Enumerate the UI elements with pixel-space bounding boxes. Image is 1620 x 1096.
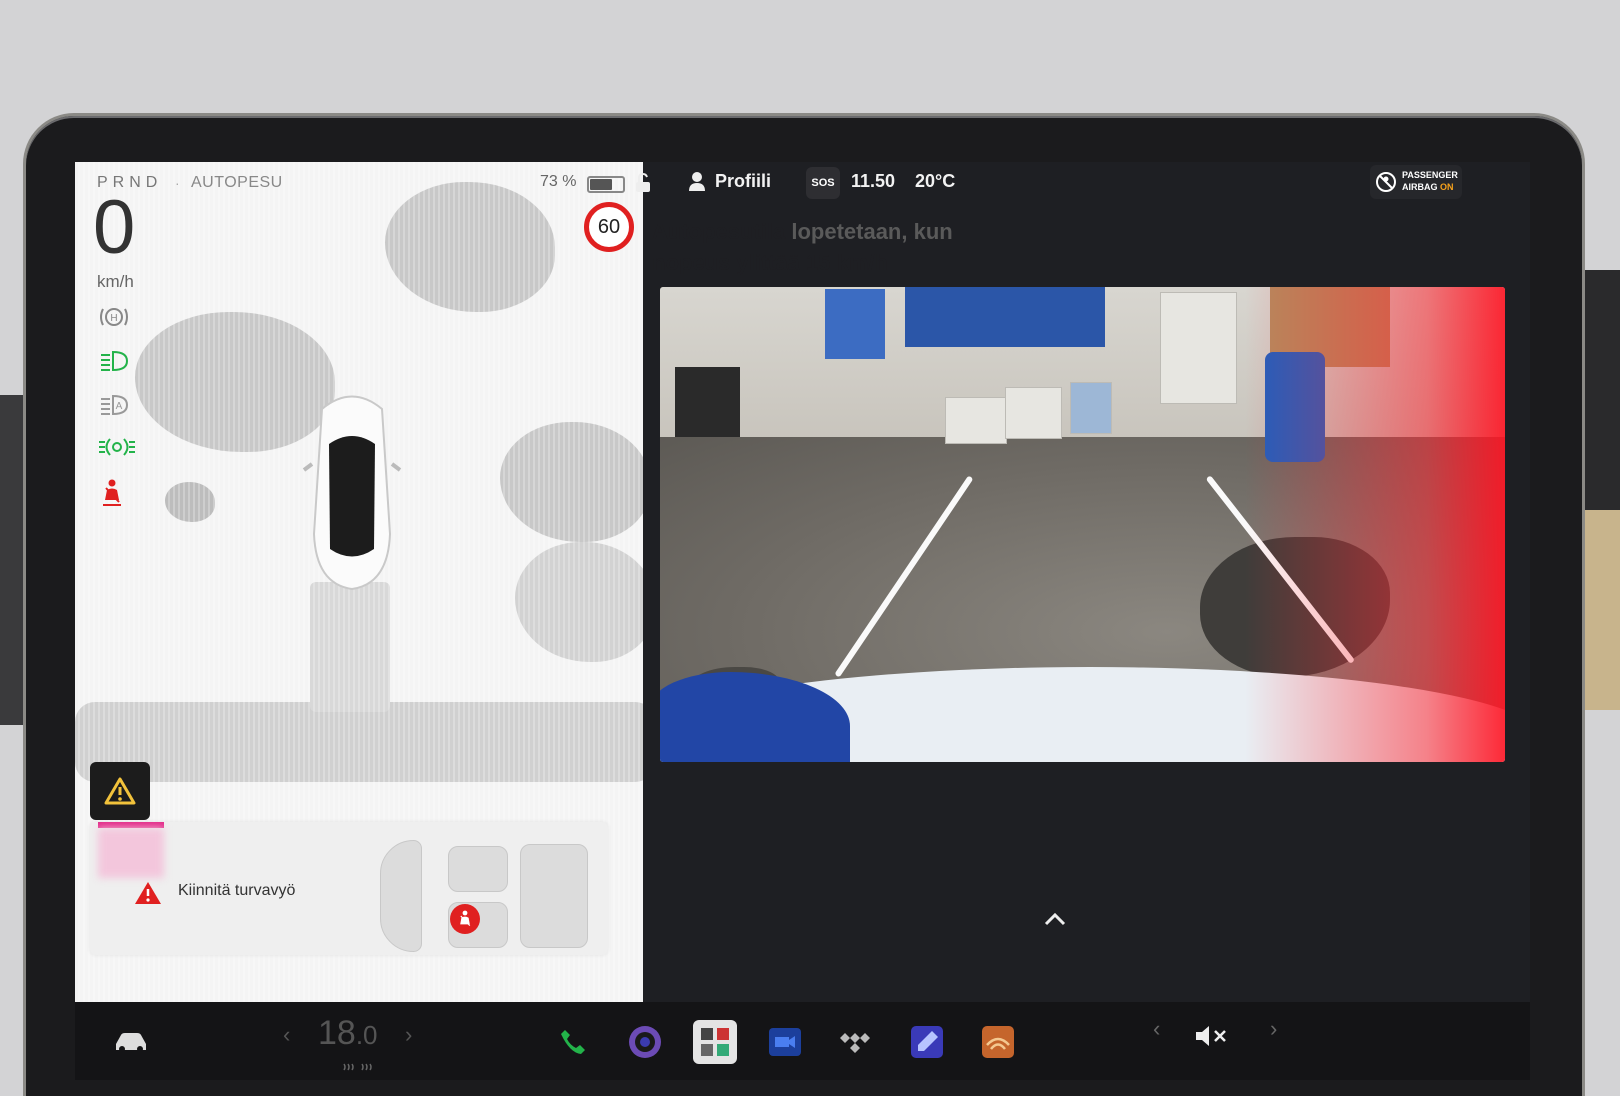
notice-strong-1: Autopesutila bbox=[652, 219, 786, 244]
camera-scene-box bbox=[945, 397, 1007, 444]
battery-icon bbox=[587, 176, 625, 193]
auto-high-beam-icon: A bbox=[97, 392, 131, 418]
sos-button[interactable]: SOS bbox=[806, 167, 840, 199]
airbag-label: AIRBAG bbox=[1402, 182, 1438, 192]
parking-brake-icon: H bbox=[97, 304, 131, 330]
airbag-label-line2: AIRBAG ON bbox=[1402, 182, 1454, 192]
headlights-icon bbox=[97, 348, 131, 374]
clock: 11.50 bbox=[851, 171, 896, 191]
notice-rest-1: lopetetaan, kun bbox=[785, 219, 953, 244]
cabin-temperature[interactable]: 18.0 bbox=[318, 1014, 378, 1053]
svg-text:A: A bbox=[116, 401, 123, 412]
camera-app-icon[interactable] bbox=[625, 1022, 665, 1062]
lock-open-icon[interactable] bbox=[633, 172, 653, 199]
battery-percent: 73 % bbox=[540, 173, 577, 190]
seatbelt-unbuckled-icon bbox=[450, 904, 480, 934]
seat-occupancy-diagram bbox=[380, 840, 590, 952]
alert-warning-icon bbox=[134, 880, 162, 911]
notice-strong-2: nopeus ylittää 15 km/h bbox=[652, 250, 888, 275]
seatbelt-alert-card[interactable]: Kiinnitä turvavyö bbox=[90, 822, 608, 955]
profile-label[interactable]: Profiili bbox=[715, 171, 771, 192]
tidal-icon[interactable] bbox=[835, 1022, 875, 1062]
camera-scene-shutter bbox=[825, 289, 885, 359]
hazard-warning-button[interactable] bbox=[90, 762, 150, 820]
alert-glow bbox=[98, 828, 164, 878]
parking-lights-icon bbox=[97, 434, 135, 460]
alert-text: Kiinnitä turvavyö bbox=[178, 882, 296, 899]
seat-front-left bbox=[448, 846, 508, 892]
separator-dot: · bbox=[175, 175, 180, 191]
speed-unit: km/h bbox=[97, 272, 134, 291]
volume-up-button[interactable]: › bbox=[1270, 1016, 1277, 1042]
camera-scene-box bbox=[1005, 387, 1062, 439]
camera-scene-toolboard bbox=[905, 287, 1105, 347]
driving-visualization: PRND · AUTOPESU 73 % 0 km/h 60 H A Kiinn… bbox=[75, 162, 643, 1002]
camera-scene-box bbox=[1070, 382, 1112, 434]
toybox-icon[interactable] bbox=[693, 1020, 737, 1064]
profile-button[interactable] bbox=[687, 170, 707, 197]
passenger-airbag-status: PASSENGER AIRBAG ON bbox=[1370, 165, 1462, 199]
speed-value: 0 bbox=[93, 185, 136, 270]
sos-label: SOS bbox=[811, 177, 835, 189]
profile-icon bbox=[689, 172, 705, 191]
speed-limit-sign: 60 bbox=[584, 202, 634, 252]
car-wash-notice: Autopesutila lopetetaan, kun nopeus ylit… bbox=[652, 216, 1052, 278]
car-icon[interactable] bbox=[111, 1022, 151, 1062]
outside-temperature: 20°C bbox=[915, 171, 956, 191]
voice-icon[interactable] bbox=[907, 1022, 947, 1062]
temperature-decimal: .0 bbox=[355, 1020, 378, 1050]
temperature-integer: 18 bbox=[318, 1014, 356, 1052]
battery-fill bbox=[590, 179, 612, 190]
touchscreen: PRND · AUTOPESU 73 % 0 km/h 60 H A Kiinn… bbox=[75, 162, 1530, 1080]
seat-rear-bench bbox=[520, 844, 588, 948]
airbag-off-icon bbox=[1375, 171, 1397, 198]
airbag-state: ON bbox=[1440, 182, 1454, 192]
seat-heater-icon[interactable] bbox=[340, 1060, 376, 1078]
warning-icon bbox=[104, 777, 136, 805]
car-model bbox=[302, 384, 402, 594]
temp-up-button[interactable]: › bbox=[405, 1022, 412, 1048]
seatbelt-icon bbox=[97, 478, 131, 506]
proximity-warning-overlay bbox=[1245, 287, 1505, 762]
rear-camera-view[interactable] bbox=[660, 287, 1505, 762]
audiobook-icon[interactable] bbox=[978, 1022, 1018, 1062]
drive-mode: AUTOPESU bbox=[191, 174, 283, 191]
video-call-icon[interactable] bbox=[765, 1022, 805, 1062]
chevron-up-icon[interactable] bbox=[1043, 912, 1067, 931]
volume-muted-icon[interactable] bbox=[1193, 1016, 1233, 1056]
svg-text:H: H bbox=[110, 313, 117, 324]
phone-icon[interactable] bbox=[553, 1022, 593, 1062]
bottom-dock: ‹ 18.0 › ‹ › bbox=[75, 1002, 1530, 1080]
steering-area bbox=[380, 840, 422, 952]
camera-scene-flipchart bbox=[1160, 292, 1237, 404]
temp-down-button[interactable]: ‹ bbox=[283, 1022, 290, 1048]
airbag-label-line1: PASSENGER bbox=[1402, 170, 1458, 180]
volume-down-button[interactable]: ‹ bbox=[1153, 1016, 1160, 1042]
